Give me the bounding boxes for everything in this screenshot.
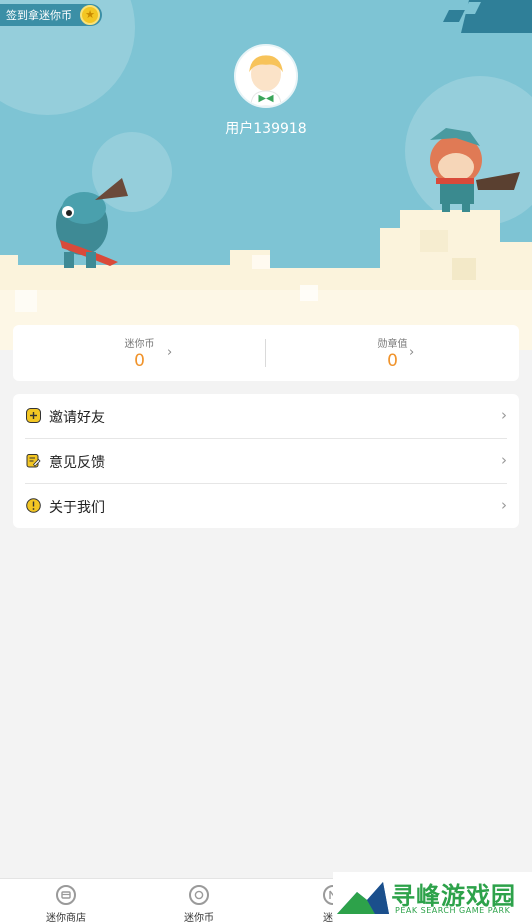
nav-label: 迷你商店: [46, 913, 86, 923]
mountain-logo-icon: [337, 882, 389, 914]
note-edit-icon: [26, 454, 41, 468]
profile-banner: 签到拿迷你币 ★ 用户139918: [0, 0, 532, 350]
site-watermark: 寻峰游戏园 PEAK SEARCH GAME PARK: [333, 872, 532, 923]
avatar-icon: [236, 46, 296, 106]
chevron-right-icon: ›: [501, 406, 507, 424]
stat-label: 勋章值: [377, 339, 408, 350]
stat-value: 0: [387, 351, 398, 371]
chevron-right-icon: ›: [167, 345, 173, 360]
watermark-subtitle: PEAK SEARCH GAME PARK: [395, 906, 511, 915]
menu-item-label: 邀请好友: [49, 410, 105, 426]
chevron-right-icon: ›: [501, 451, 507, 469]
signin-reward-button[interactable]: 签到拿迷你币 ★: [0, 4, 102, 26]
info-icon: [26, 498, 41, 513]
menu-item-about-us[interactable]: 关于我们 ›: [13, 484, 519, 528]
character-left: [56, 178, 128, 268]
nav-item-coins[interactable]: 迷你币: [159, 885, 239, 923]
coin-icon: ★: [80, 5, 100, 25]
stat-mini-coins[interactable]: 迷你币 0 ›: [13, 325, 266, 381]
menu-list: 邀请好友 › 意见反馈 › 关于我们 ›: [13, 394, 519, 528]
menu-item-label: 关于我们: [49, 500, 105, 516]
brand-logo-icon: [443, 0, 532, 33]
username: 用户139918: [225, 121, 307, 137]
stat-label: 迷你币: [124, 339, 155, 350]
store-icon: [56, 885, 76, 905]
menu-item-feedback[interactable]: 意见反馈 ›: [13, 439, 519, 483]
character-right: [430, 128, 520, 212]
stats-card: 迷你币 0 › 勋章值 0 ›: [13, 325, 519, 381]
user-avatar[interactable]: [234, 44, 298, 108]
coin-icon: [189, 885, 209, 905]
chevron-right-icon: ›: [409, 345, 415, 360]
menu-item-invite-friends[interactable]: 邀请好友 ›: [13, 394, 519, 438]
nav-label: 迷你币: [184, 913, 214, 923]
signin-label: 签到拿迷你币: [6, 9, 72, 22]
menu-item-label: 意见反馈: [49, 455, 105, 471]
nav-item-store[interactable]: 迷你商店: [26, 885, 106, 923]
stat-medal-value[interactable]: 勋章值 0 ›: [266, 325, 519, 381]
chevron-right-icon: ›: [501, 496, 507, 514]
stat-value: 0: [134, 351, 145, 371]
plus-badge-icon: [26, 408, 41, 423]
